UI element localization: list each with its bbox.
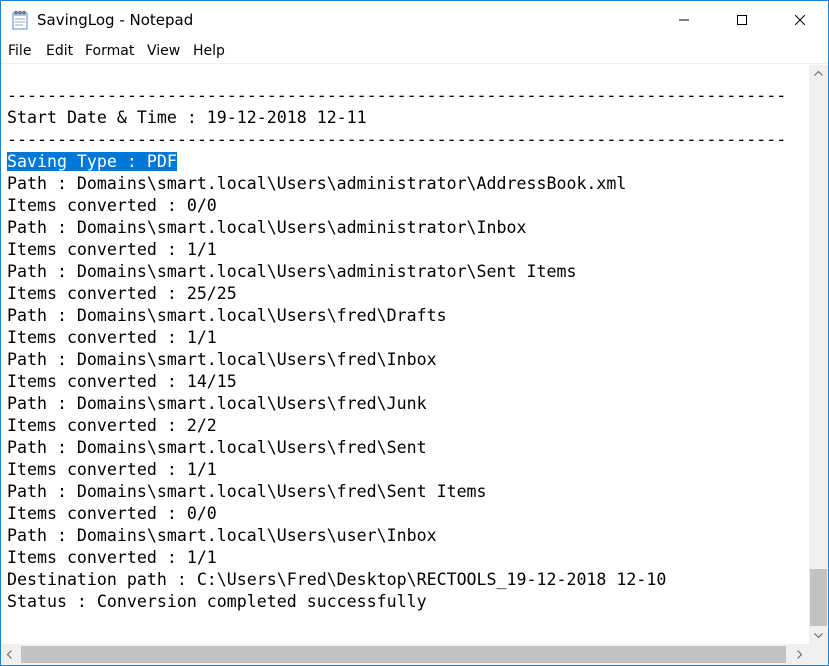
text-line: Items converted : 14/15 [7, 371, 786, 393]
vertical-scrollbar[interactable] [809, 65, 828, 644]
line-text: Items converted : 1/1 [7, 460, 217, 479]
menu-bar: File Edit Format View Help [1, 40, 828, 64]
menu-format[interactable]: Format [85, 43, 134, 59]
line-text: ----------------------------------------… [7, 130, 787, 149]
line-text: Items converted : 0/0 [7, 196, 217, 215]
text-line: Path : Domains\smart.local\Users\fred\Se… [7, 437, 786, 459]
line-text: Path : Domains\smart.local\Users\fred\Ju… [7, 394, 427, 413]
line-text: Items converted : 1/1 [7, 328, 217, 347]
horizontal-scrollbar[interactable] [1, 644, 809, 665]
text-line: Start Date & Time : 19-12-2018 12-11 [7, 107, 786, 129]
text-line: Destination path : C:\Users\Fred\Desktop… [7, 569, 786, 591]
text-line: Path : Domains\smart.local\Users\fred\Ju… [7, 393, 786, 415]
line-text: Path : Domains\smart.local\Users\adminis… [7, 262, 577, 281]
maximize-icon [737, 15, 747, 25]
text-line: Path : Domains\smart.local\Users\fred\In… [7, 349, 786, 371]
text-line: Path : Domains\smart.local\Users\user\In… [7, 525, 786, 547]
line-text: Path : Domains\smart.local\Users\fred\Dr… [7, 306, 447, 325]
text-line: Items converted : 25/25 [7, 283, 786, 305]
line-text: Status : Conversion completed successful… [7, 592, 427, 611]
scroll-left-button[interactable] [1, 644, 18, 665]
line-text: Items converted : 2/2 [7, 416, 217, 435]
close-icon [795, 15, 805, 25]
line-text: Items converted : 0/0 [7, 504, 217, 523]
text-line: Path : Domains\smart.local\Users\fred\Dr… [7, 305, 786, 327]
chevron-left-icon [7, 650, 12, 659]
chevron-up-icon [814, 71, 823, 76]
text-line: ----------------------------------------… [7, 129, 786, 151]
line-text: Path : Domains\smart.local\Users\adminis… [7, 174, 627, 193]
line-text: ----------------------------------------… [7, 86, 787, 105]
menu-help[interactable]: Help [193, 43, 225, 59]
close-button[interactable] [771, 1, 829, 39]
text-editor[interactable]: ----------------------------------------… [1, 65, 809, 644]
editor-content[interactable]: ----------------------------------------… [7, 85, 786, 613]
chevron-down-icon [814, 633, 823, 638]
text-line: Path : Domains\smart.local\Users\fred\Se… [7, 481, 786, 503]
scroll-down-button[interactable] [809, 627, 828, 644]
line-text: Path : Domains\smart.local\Users\fred\Se… [7, 482, 487, 501]
maximize-button[interactable] [713, 1, 771, 39]
line-text: Destination path : C:\Users\Fred\Desktop… [7, 570, 667, 589]
menu-view[interactable]: View [147, 43, 180, 59]
window-title: SavingLog - Notepad [37, 11, 194, 29]
text-line: Path : Domains\smart.local\Users\adminis… [7, 261, 786, 283]
line-text: Items converted : 1/1 [7, 548, 217, 567]
text-line: Items converted : 0/0 [7, 195, 786, 217]
chevron-right-icon [797, 650, 802, 659]
text-line: Saving Type : PDF [7, 151, 786, 173]
line-text: Start Date & Time : 19-12-2018 12-11 [7, 108, 367, 127]
line-text: Path : Domains\smart.local\Users\fred\Se… [7, 438, 427, 457]
text-line: Items converted : 1/1 [7, 327, 786, 349]
text-line: Path : Domains\smart.local\Users\adminis… [7, 173, 786, 195]
minimize-icon [679, 19, 689, 21]
scrollbar-corner [809, 644, 828, 665]
line-text: Path : Domains\smart.local\Users\user\In… [7, 526, 437, 545]
horizontal-scroll-thumb[interactable] [21, 646, 786, 663]
menu-file[interactable]: File [8, 43, 31, 59]
minimize-button[interactable] [655, 1, 713, 39]
scroll-right-button[interactable] [791, 644, 808, 665]
text-line: Items converted : 2/2 [7, 415, 786, 437]
line-text: Items converted : 1/1 [7, 240, 217, 259]
line-text: Path : Domains\smart.local\Users\adminis… [7, 218, 527, 237]
line-text: Path : Domains\smart.local\Users\fred\In… [7, 350, 437, 369]
line-text: Items converted : 14/15 [7, 372, 237, 391]
selected-text: Saving Type : PDF [7, 152, 177, 171]
vertical-scroll-thumb[interactable] [810, 569, 827, 626]
text-line: Path : Domains\smart.local\Users\adminis… [7, 217, 786, 239]
text-line: Items converted : 1/1 [7, 459, 786, 481]
menu-edit[interactable]: Edit [46, 43, 73, 59]
title-bar[interactable]: SavingLog - Notepad [1, 1, 828, 39]
notepad-icon [11, 10, 29, 30]
scroll-up-button[interactable] [809, 65, 828, 82]
notepad-window: SavingLog - Notepad File Edit Format Vie… [0, 0, 829, 666]
text-line: Items converted : 0/0 [7, 503, 786, 525]
text-line: Items converted : 1/1 [7, 547, 786, 569]
text-line: ----------------------------------------… [7, 85, 786, 107]
line-text: Items converted : 25/25 [7, 284, 237, 303]
text-line: Status : Conversion completed successful… [7, 591, 786, 613]
text-line: Items converted : 1/1 [7, 239, 786, 261]
